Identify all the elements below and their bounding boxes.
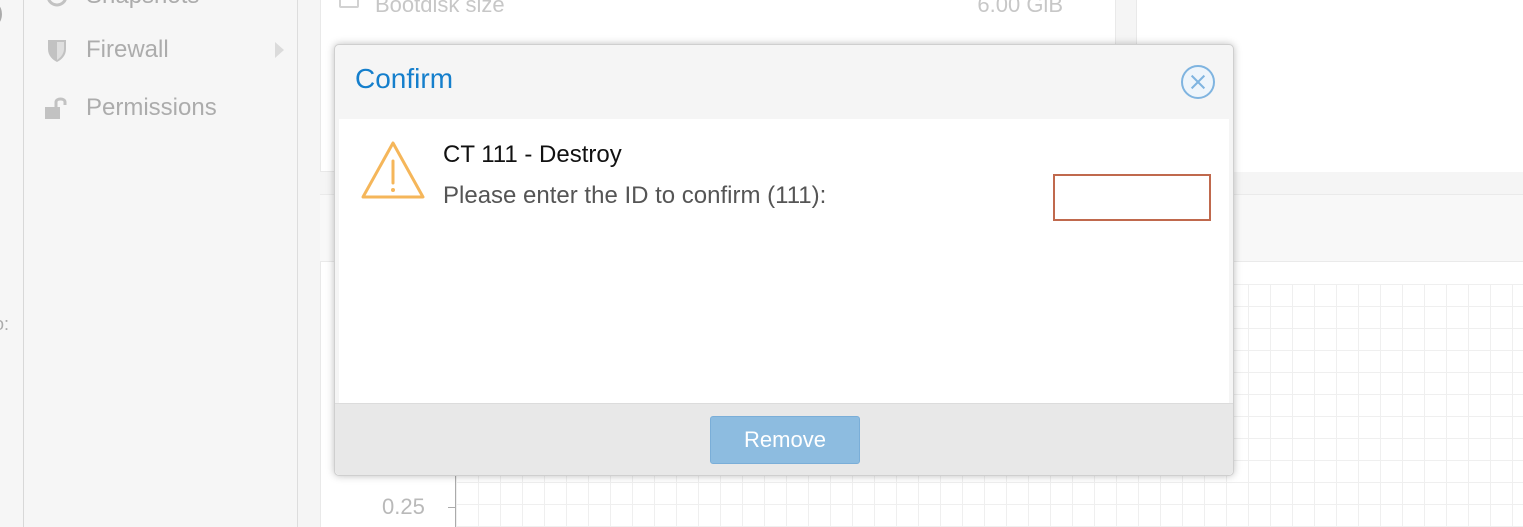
message-text: Please enter the ID to confirm (111): xyxy=(443,182,827,209)
dialog-title: Confirm xyxy=(355,63,454,94)
warning-icon xyxy=(361,141,425,199)
dialog-body: CT 111 - Destroy Please enter the ID to … xyxy=(339,119,1229,403)
dialog-header: Confirm xyxy=(335,45,1233,119)
confirm-dialog: Confirm CT 111 - Destroy Please enter th… xyxy=(334,44,1234,476)
close-icon[interactable] xyxy=(1181,65,1215,99)
dialog-footer: Remove xyxy=(335,403,1233,475)
confirm-id-input[interactable] xyxy=(1053,174,1211,221)
remove-button[interactable]: Remove xyxy=(710,416,860,464)
message-title: CT 111 - Destroy xyxy=(443,141,622,168)
